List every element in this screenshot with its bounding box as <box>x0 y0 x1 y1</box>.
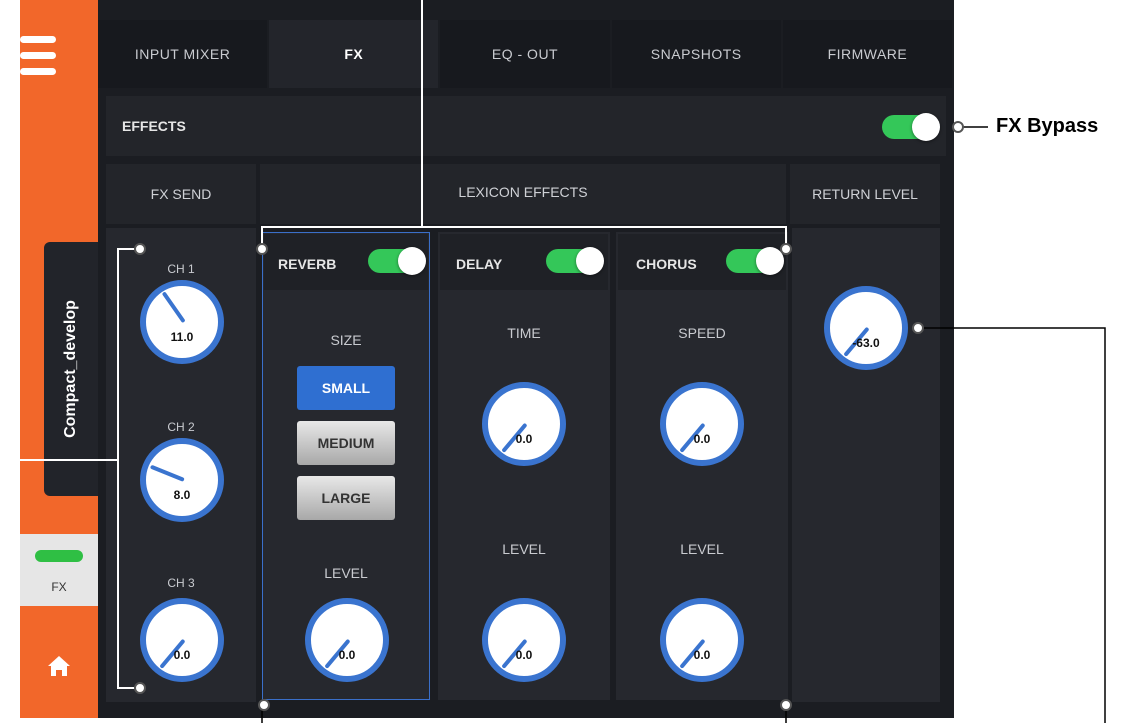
ch2-send-knob[interactable]: 8.0 <box>140 438 224 522</box>
size-large-button[interactable]: LARGE <box>297 476 395 520</box>
size-medium-button[interactable]: MEDIUM <box>297 421 395 465</box>
reverb-label: REVERB <box>278 256 337 272</box>
fx-nav-label: FX <box>51 580 67 594</box>
ch2-send-value: 8.0 <box>173 488 191 502</box>
return-level-knob[interactable]: -63.0 <box>824 286 908 370</box>
fx-bypass-toggle[interactable] <box>882 113 940 141</box>
tab-snapshots[interactable]: SNAPSHOTS <box>611 20 783 88</box>
delay-label: DELAY <box>456 256 503 272</box>
reverb-size-label: SIZE <box>330 332 362 348</box>
chorus-speed-knob[interactable]: 0.0 <box>660 382 744 466</box>
chorus-level-label: LEVEL <box>680 541 724 557</box>
delay-level-knob[interactable]: 0.0 <box>482 598 566 682</box>
device-tab[interactable]: Compact_develop <box>44 242 98 496</box>
reverb-level-label: LEVEL <box>324 565 368 581</box>
delay-time-knob[interactable]: 0.0 <box>482 382 566 466</box>
chorus-level-knob[interactable]: 0.0 <box>660 598 744 682</box>
chorus-toggle[interactable] <box>726 247 784 275</box>
reverb-level-value: 0.0 <box>338 648 356 662</box>
chorus-speed-value: 0.0 <box>693 432 711 446</box>
ch1-label: CH 1 <box>167 262 195 276</box>
effects-title: EFFECTS <box>122 118 186 134</box>
ch3-label: CH 3 <box>167 576 195 590</box>
tab-fx[interactable]: FX <box>269 20 441 88</box>
fx-status-led <box>35 550 83 562</box>
reverb-toggle[interactable] <box>368 247 426 275</box>
delay-level-value: 0.0 <box>515 648 533 662</box>
chorus-speed-label: SPEED <box>678 325 726 341</box>
reverb-level-knob[interactable]: 0.0 <box>305 598 389 682</box>
ch3-send-knob[interactable]: 0.0 <box>140 598 224 682</box>
fx-panel: INPUT MIXER FX EQ - OUT SNAPSHOTS FIRMWA… <box>98 0 955 718</box>
tab-eq-out[interactable]: EQ - OUT <box>440 20 612 88</box>
chorus-label: CHORUS <box>636 256 697 272</box>
ch1-send-value: 11.0 <box>170 330 194 344</box>
return-level-title: RETURN LEVEL <box>812 186 918 202</box>
ch2-label: CH 2 <box>167 420 195 434</box>
return-level-header: RETURN LEVEL <box>790 164 940 224</box>
ch1-send-knob[interactable]: 11.0 <box>140 280 224 364</box>
lexicon-header: LEXICON EFFECTS <box>260 164 786 224</box>
fx-nav-button[interactable]: FX <box>20 534 98 606</box>
return-level-value: -63.0 <box>852 336 880 350</box>
effects-bar: EFFECTS <box>106 96 946 156</box>
fx-send-title: FX SEND <box>150 186 212 202</box>
tab-input-mixer[interactable]: INPUT MIXER <box>98 20 270 88</box>
tab-bar: INPUT MIXER FX EQ - OUT SNAPSHOTS FIRMWA… <box>98 20 955 88</box>
device-name: Compact_develop <box>62 300 79 438</box>
delay-level-label: LEVEL <box>502 541 546 557</box>
delay-time-label: TIME <box>507 325 541 341</box>
tab-firmware[interactable]: FIRMWARE <box>782 20 955 88</box>
fx-bypass-callout: FX Bypass <box>996 115 1099 137</box>
delay-toggle[interactable] <box>546 247 604 275</box>
delay-time-value: 0.0 <box>515 432 533 446</box>
size-small-button[interactable]: SMALL <box>297 366 395 410</box>
ch3-send-value: 0.0 <box>173 648 191 662</box>
home-icon[interactable] <box>20 636 98 696</box>
chorus-level-value: 0.0 <box>693 648 711 662</box>
fx-send-header: FX SEND <box>106 164 256 224</box>
menu-icon[interactable] <box>0 30 78 86</box>
lexicon-title: LEXICON EFFECTS <box>458 184 588 200</box>
